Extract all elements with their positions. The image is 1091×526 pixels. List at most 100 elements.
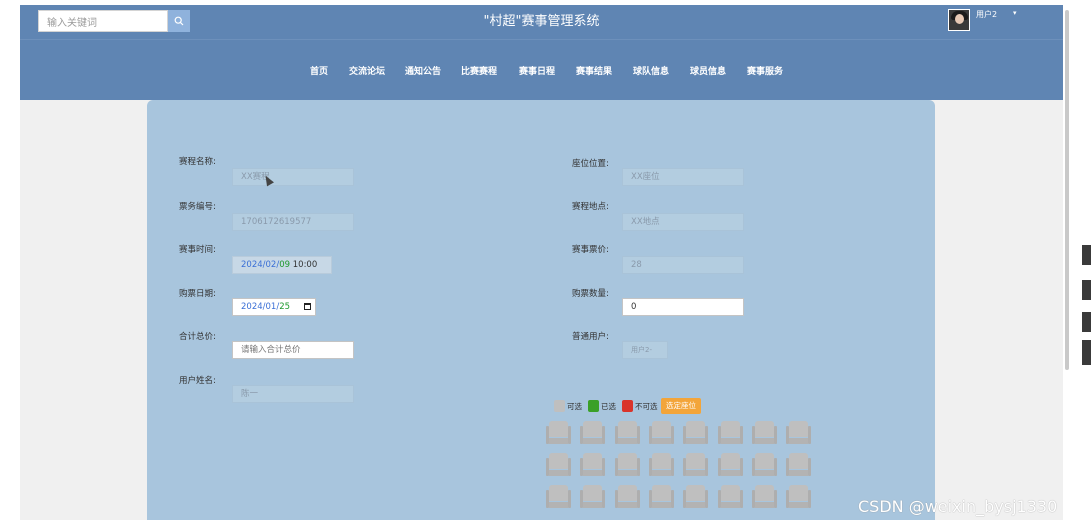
seat-arm — [774, 426, 777, 444]
seat-base — [721, 470, 740, 476]
search-input[interactable] — [39, 13, 167, 34]
seat-arm — [671, 426, 674, 444]
ticket-no-field: 1706172619577 — [232, 213, 354, 231]
nav-item-notice[interactable]: 通知公告 — [405, 64, 441, 77]
seat[interactable] — [752, 485, 777, 508]
seat[interactable] — [718, 421, 743, 444]
seat[interactable] — [786, 421, 811, 444]
buy-date-year: 2024 — [241, 302, 263, 312]
seat[interactable] — [786, 485, 811, 508]
legend-selected-text: 已选 — [601, 402, 616, 411]
seat-base — [652, 470, 671, 476]
seat-back — [755, 453, 774, 469]
pick-seat-button[interactable]: 选定座位 — [661, 398, 701, 414]
chevron-down-icon[interactable]: ▾ — [1013, 9, 1017, 17]
seat[interactable] — [546, 453, 571, 476]
seat-arm — [602, 426, 605, 444]
event-name-label: 赛程名称: — [179, 157, 216, 167]
seat[interactable] — [752, 421, 777, 444]
seat-base — [618, 438, 637, 444]
normal-user-label: 普通用户: — [572, 332, 609, 342]
seat[interactable] — [649, 421, 674, 444]
seat-arm — [774, 490, 777, 508]
seat-base — [652, 502, 671, 508]
seat[interactable] — [786, 453, 811, 476]
match-time-month: 02 — [265, 260, 277, 270]
seat[interactable] — [615, 453, 640, 476]
seat-arm — [808, 426, 811, 444]
seat[interactable] — [683, 453, 708, 476]
search-button[interactable] — [168, 10, 190, 32]
seat-back — [583, 485, 602, 501]
legend-unavailable-text: 不可选 — [635, 402, 658, 411]
seat[interactable] — [649, 485, 674, 508]
seat-back — [721, 453, 740, 469]
quantity-input[interactable] — [622, 298, 744, 316]
seat-base — [652, 438, 671, 444]
seat-arm — [637, 458, 640, 476]
seat[interactable] — [580, 453, 605, 476]
ticket-price-field: 28 — [622, 256, 744, 274]
nav-item-schedule[interactable]: 比赛赛程 — [461, 64, 497, 77]
seat-base — [618, 502, 637, 508]
seat[interactable] — [580, 485, 605, 508]
user-name[interactable]: 用户2 — [976, 9, 997, 20]
main-nav: 首页 交流论坛 通知公告 比赛赛程 赛事日程 赛事结果 球队信息 球员信息 赛事… — [20, 64, 1063, 78]
nav-item-teams[interactable]: 球队信息 — [633, 64, 669, 77]
seat-arm — [671, 490, 674, 508]
seat[interactable] — [546, 421, 571, 444]
seat-arm — [568, 426, 571, 444]
seat[interactable] — [580, 421, 605, 444]
seat-base — [755, 438, 774, 444]
seat-back — [789, 421, 808, 437]
seat-back — [549, 453, 568, 469]
seat-arm — [740, 458, 743, 476]
seat-back — [789, 453, 808, 469]
scrollbar-thumb[interactable] — [1065, 10, 1069, 370]
venue-field: XX地点 — [622, 213, 744, 231]
seat-back — [755, 421, 774, 437]
seat-back — [618, 421, 637, 437]
nav-item-forum[interactable]: 交流论坛 — [349, 64, 385, 77]
nav-item-services[interactable]: 赛事服务 — [747, 64, 783, 77]
seat-back — [755, 485, 774, 501]
seat-arm — [637, 426, 640, 444]
nav-item-home[interactable]: 首页 — [310, 64, 328, 77]
seat[interactable] — [752, 453, 777, 476]
nav-item-players[interactable]: 球员信息 — [690, 64, 726, 77]
buy-date-input[interactable]: 2024/01/25 — [232, 298, 316, 316]
seat[interactable] — [546, 485, 571, 508]
seat-arm — [671, 458, 674, 476]
total-price-input[interactable] — [232, 341, 354, 359]
seat-back — [721, 485, 740, 501]
seat[interactable] — [649, 453, 674, 476]
seat-arm — [740, 490, 743, 508]
seat[interactable] — [683, 421, 708, 444]
seat-back — [549, 485, 568, 501]
seat-back — [583, 453, 602, 469]
seat-arm — [705, 458, 708, 476]
seat-base — [721, 502, 740, 508]
seat[interactable] — [683, 485, 708, 508]
edge-mark — [1082, 312, 1091, 332]
seat[interactable] — [718, 485, 743, 508]
seat[interactable] — [718, 453, 743, 476]
avatar[interactable] — [948, 9, 970, 31]
seat-back — [652, 485, 671, 501]
seat-arm — [637, 490, 640, 508]
watermark: CSDN @weixin_bysj1330 — [858, 497, 1058, 516]
seat-back — [549, 421, 568, 437]
nav-item-results[interactable]: 赛事结果 — [576, 64, 612, 77]
nav-item-event-calendar[interactable]: 赛事日程 — [519, 64, 555, 77]
seat[interactable] — [615, 485, 640, 508]
match-time-year: 2024 — [241, 260, 263, 270]
calendar-icon[interactable] — [304, 303, 311, 310]
seat-arm — [568, 490, 571, 508]
seat-arm — [740, 426, 743, 444]
seat-back — [721, 421, 740, 437]
seat-arm — [705, 490, 708, 508]
seat-base — [721, 438, 740, 444]
seat[interactable] — [615, 421, 640, 444]
user-real-name-field: 陈一 — [232, 385, 354, 403]
quantity-label: 购票数量: — [572, 289, 609, 299]
